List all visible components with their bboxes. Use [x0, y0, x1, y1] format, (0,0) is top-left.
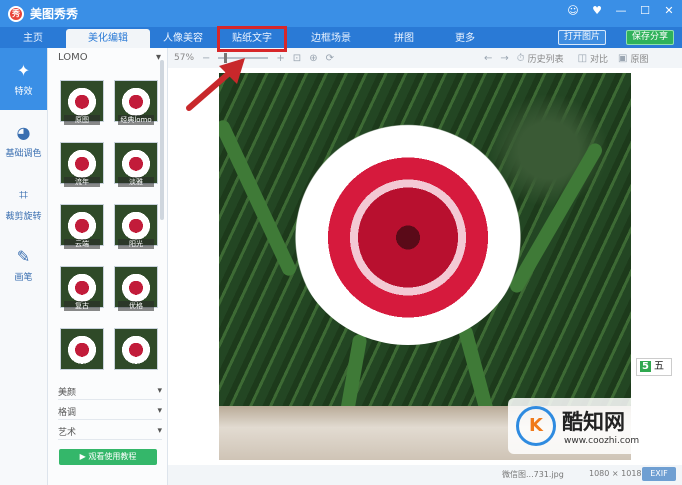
open-image-button[interactable]: 打开图片 [557, 30, 606, 45]
ime-badge[interactable]: 5五 [636, 358, 672, 376]
tutorial-label: 观看使用教程 [88, 452, 137, 461]
rail-item-label: 基础调色 [5, 149, 42, 159]
actual-size-icon[interactable]: ⊕ [309, 53, 317, 64]
chevron-down-icon: ▾ [157, 386, 162, 396]
tab-more[interactable]: 更多 [434, 29, 496, 48]
ime-logo: 5 [640, 361, 651, 372]
window-controls: ☺ ♥ — ☐ ✕ [566, 4, 676, 17]
skin-icon[interactable]: ☺ [566, 4, 580, 17]
effect-thumb[interactable] [60, 328, 104, 374]
close-icon[interactable]: ✕ [662, 4, 676, 17]
effect-thumb[interactable]: 经典lomo [114, 80, 158, 134]
effect-preview [114, 328, 158, 370]
app-title: 美图秀秀 [30, 7, 79, 21]
tab-frames-scenes[interactable]: 边框场景 [288, 29, 374, 48]
rail-item-effects[interactable]: ✦ 特效 [0, 48, 47, 110]
watermark-url: www.coozhi.com [564, 436, 640, 446]
zoom-slider[interactable] [218, 53, 269, 63]
status-bar: 微信图...731.jpg 1080 × 1018 EXIF [168, 465, 682, 485]
redo-icon[interactable]: → [500, 53, 508, 64]
panel-scrollbar[interactable] [160, 60, 164, 220]
tab-portrait[interactable]: 人像美容 [150, 29, 216, 48]
tab-beautify-edit[interactable]: 美化编辑 [66, 29, 150, 48]
tool-rail: ✦ 特效 ◕ 基础调色 ⌗ 裁剪旋转 ✎ 画笔 [0, 48, 48, 485]
section-art[interactable]: 艺术 ▾ [58, 423, 162, 440]
watermark-name: 酷知网 [562, 410, 625, 434]
effect-thumb[interactable]: 流年 [60, 142, 104, 196]
compare-icon: ◫ [577, 52, 588, 64]
section-label: 美颜 [58, 387, 77, 398]
section-label: 格调 [58, 407, 77, 418]
effect-thumb[interactable]: 阳光 [114, 204, 158, 258]
like-icon[interactable]: ♥ [590, 4, 604, 17]
canvas-toolbar: 57% − + ⊡ ⊕ ⟳ ← → ⏱ 历史列表 ◫ 对比 ▣ 原图 [168, 48, 682, 68]
zoom-out-icon[interactable]: − [202, 53, 210, 64]
rail-item-basic-color[interactable]: ◕ 基础调色 [0, 110, 47, 172]
image-dimensions: 1080 × 1018 [589, 469, 642, 478]
effect-label: 流年 [64, 177, 100, 187]
app-window: 秀 美图秀秀 ☺ ♥ — ☐ ✕ 主页 美化编辑 人像美容 贴纸文字 边框场景 … [0, 0, 682, 485]
effect-label: 阳光 [118, 239, 154, 249]
save-share-button[interactable]: 保存分享 [625, 30, 674, 45]
main-tab-bar: 主页 美化编辑 人像美容 贴纸文字 边框场景 拼图 更多 打开图片 保存分享 [0, 27, 682, 48]
rotate-icon[interactable]: ⟳ [326, 53, 334, 64]
photo-carnation-flower [292, 121, 524, 345]
effect-label: 淡雅 [118, 177, 154, 187]
section-beauty[interactable]: 美颜 ▾ [58, 383, 162, 400]
effect-label: 优格 [118, 301, 154, 311]
ime-label: 五 [653, 361, 664, 372]
photo-leaf [219, 118, 299, 278]
chevron-down-icon: ▾ [157, 426, 162, 436]
history-icon: ⏱ [516, 52, 525, 64]
fit-icon[interactable]: ⊡ [293, 53, 301, 64]
original-button[interactable]: 原图 [631, 52, 649, 65]
rail-item-label: 特效 [14, 87, 33, 97]
history-list-button[interactable]: 历史列表 [528, 52, 564, 65]
watermark-logo-icon: K [516, 406, 556, 446]
effect-preview [60, 328, 104, 370]
brush-icon: ✎ [16, 247, 31, 266]
original-icon: ▣ [618, 52, 628, 64]
effect-thumb[interactable]: 复古 [60, 266, 104, 320]
category-select[interactable]: LOMO ▾ [48, 48, 167, 66]
section-label: 艺术 [58, 427, 77, 438]
chevron-down-icon: ▾ [157, 406, 162, 416]
tab-collage[interactable]: 拼图 [374, 29, 434, 48]
category-label: LOMO [58, 51, 88, 63]
tab-stickers-text[interactable]: 贴纸文字 [216, 29, 288, 48]
tab-home[interactable]: 主页 [0, 29, 66, 48]
zoom-slider-handle[interactable] [224, 53, 228, 63]
title-bar: 秀 美图秀秀 ☺ ♥ — ☐ ✕ [0, 0, 682, 27]
undo-icon[interactable]: ← [484, 53, 492, 64]
watermark: K 酷知网 www.coozhi.com [508, 398, 658, 454]
rail-item-brush[interactable]: ✎ 画笔 [0, 234, 47, 296]
crop-icon: ⌗ [18, 184, 28, 204]
effect-label: 经典lomo [118, 115, 154, 125]
zoom-level: 57% [174, 53, 195, 63]
file-name: 微信图...731.jpg [502, 470, 564, 479]
effect-label: 复古 [64, 301, 100, 311]
minimize-icon[interactable]: — [614, 4, 628, 17]
maximize-icon[interactable]: ☐ [638, 4, 652, 17]
palette-icon: ◕ [16, 123, 31, 142]
effect-label: 原图 [64, 115, 100, 125]
exif-button[interactable]: EXIF [642, 467, 676, 481]
effect-thumb[interactable] [114, 328, 158, 374]
rail-item-label: 裁剪旋转 [5, 211, 42, 222]
effect-thumb[interactable]: 淡雅 [114, 142, 158, 196]
effect-thumb[interactable]: 原图 [60, 80, 104, 134]
zoom-in-icon[interactable]: + [276, 53, 284, 64]
tutorial-button[interactable]: ▶ 观看使用教程 [59, 449, 157, 465]
effect-label: 云端 [64, 239, 100, 249]
effect-thumb[interactable]: 云端 [60, 204, 104, 258]
effect-thumb[interactable]: 优格 [114, 266, 158, 320]
rail-item-crop-rotate[interactable]: ⌗ 裁剪旋转 [0, 172, 47, 234]
section-style[interactable]: 格调 ▾ [58, 403, 162, 420]
rail-item-label: 画笔 [14, 273, 33, 283]
magic-wand-icon: ✦ [16, 61, 31, 80]
app-logo: 秀 [8, 5, 24, 22]
compare-button[interactable]: 对比 [590, 52, 608, 65]
